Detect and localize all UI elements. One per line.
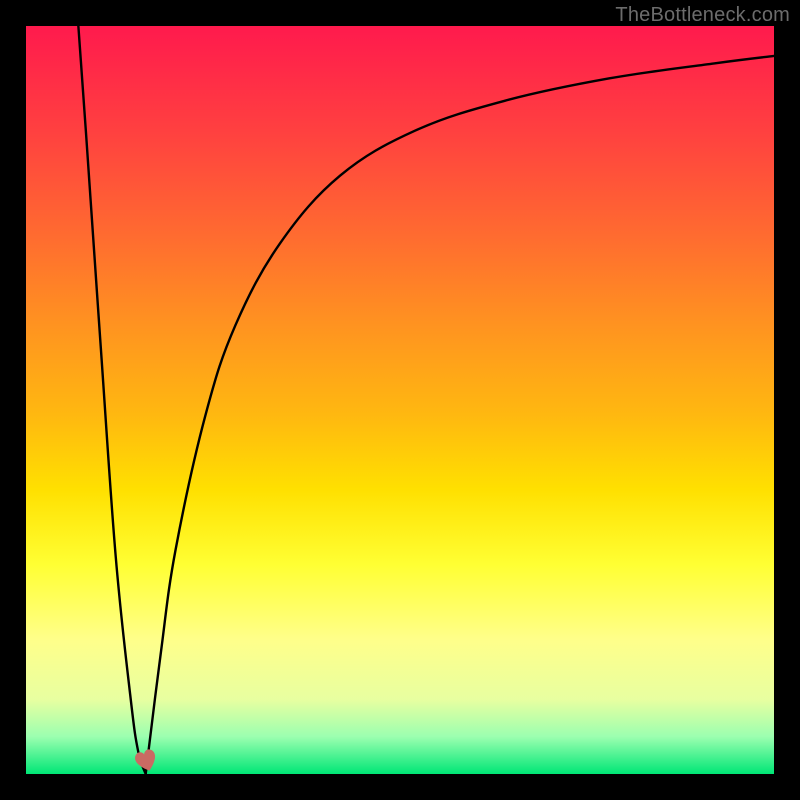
curve-right-branch <box>146 56 774 774</box>
chart-frame: TheBottleneck.com <box>0 0 800 800</box>
curve-left-branch <box>78 26 145 774</box>
plot-area <box>26 26 774 774</box>
heart-icon <box>131 745 161 775</box>
watermark-text: TheBottleneck.com <box>615 4 790 27</box>
bottleneck-curve <box>26 26 774 774</box>
